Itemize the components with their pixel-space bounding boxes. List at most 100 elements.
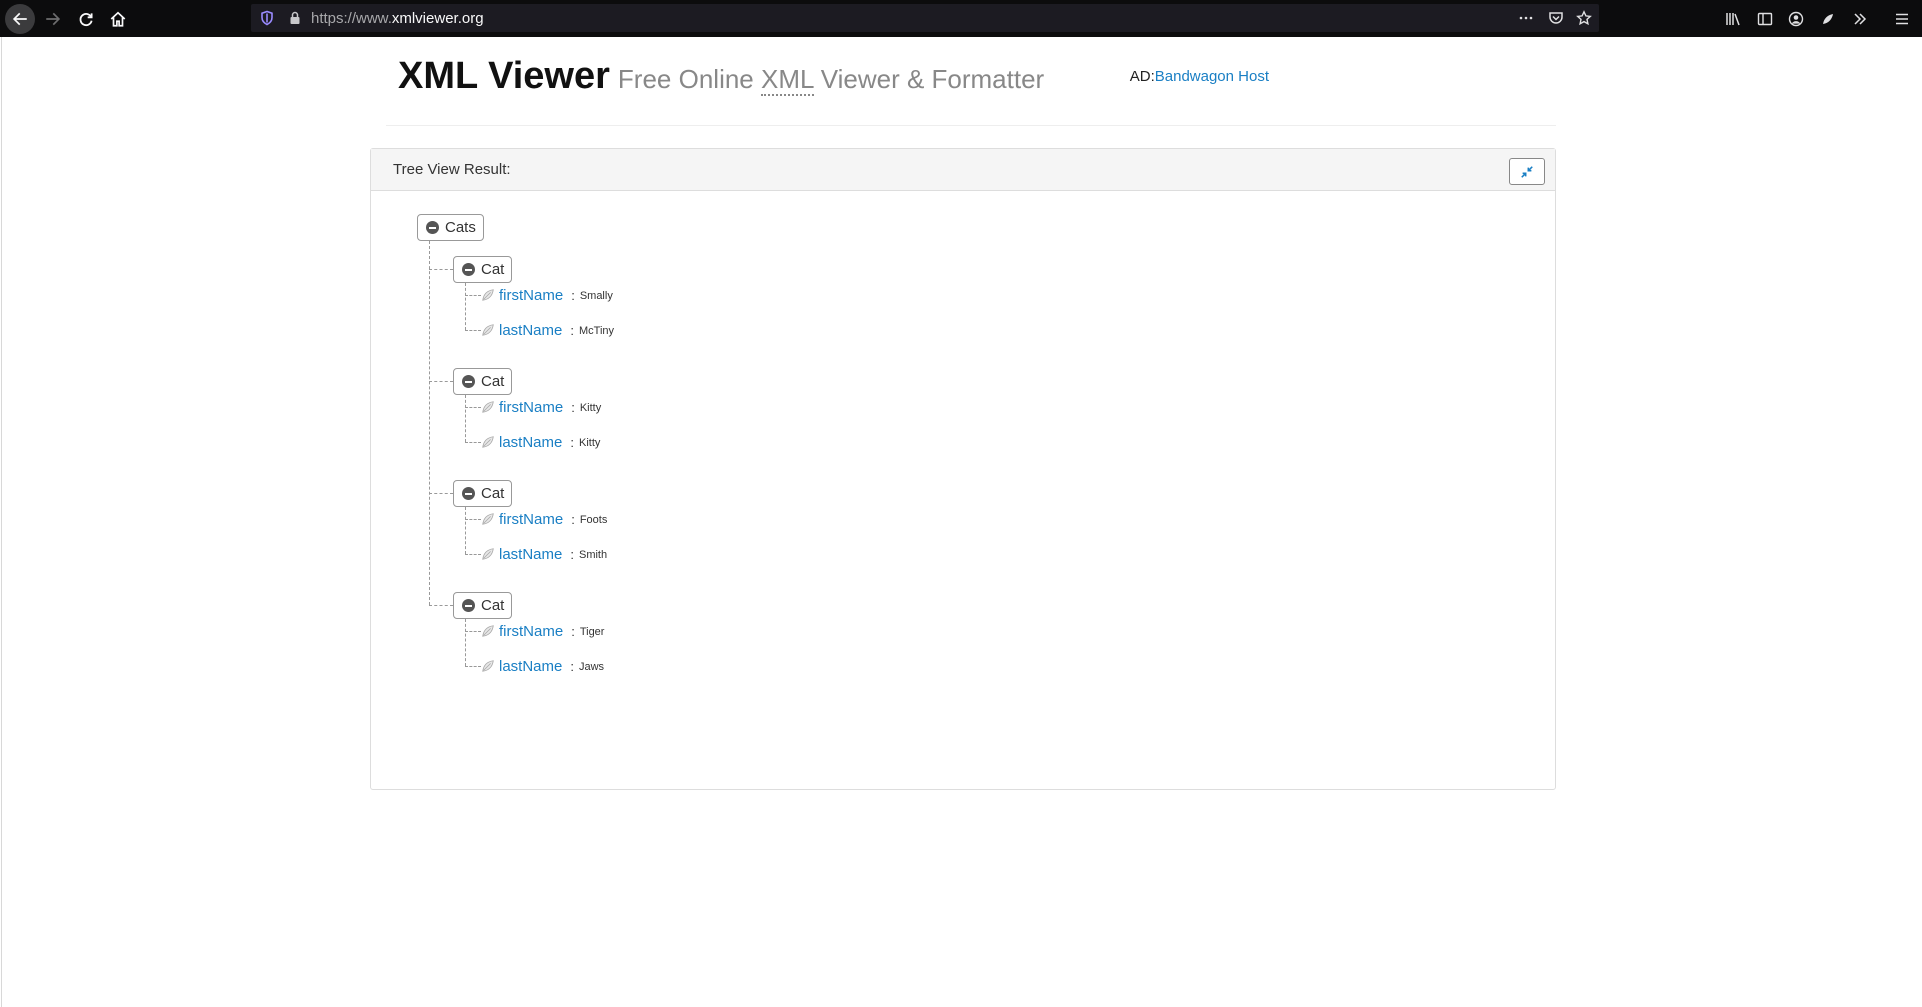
field-key[interactable]: firstName (499, 511, 563, 528)
forward-arrow-icon[interactable] (38, 4, 68, 34)
node-label: Cats (445, 219, 476, 236)
key-value-separator: : (571, 287, 575, 303)
tree-connector (465, 283, 466, 330)
leaf-icon (482, 625, 494, 637)
key-value-separator: : (570, 658, 574, 674)
leaf-icon (482, 513, 494, 525)
key-value-separator: : (570, 546, 574, 562)
node-label: Cat (481, 597, 505, 614)
key-value-separator: : (571, 399, 575, 415)
field-value: Smally (579, 290, 613, 302)
back-arrow-icon[interactable] (5, 4, 35, 34)
key-value-separator: : (571, 623, 575, 639)
field-value: Smith (578, 549, 608, 561)
tree-leaf[interactable]: lastName: Smith (481, 544, 607, 564)
tree-leaf[interactable]: firstName: Smally (481, 285, 613, 305)
node-label: Cat (481, 485, 505, 502)
field-value: Kitty (578, 437, 601, 449)
field-value: Foots (579, 514, 608, 526)
tree-connector (429, 605, 453, 606)
tree-connector (465, 666, 481, 667)
tree-connector (465, 442, 481, 443)
xml-tree: Cats Cat firstName: Smally lastName: McTiny Ca… (371, 149, 1555, 789)
node-label: Cat (481, 261, 505, 278)
site-header: XML Viewer Free Online XML Viewer & Forma… (398, 55, 1044, 98)
field-value: McTiny (578, 325, 615, 337)
tree-leaf[interactable]: lastName: Jaws (481, 656, 604, 676)
field-value: Kitty (579, 402, 602, 414)
extension-icon[interactable] (1818, 9, 1838, 29)
xml-abbreviation: XML (761, 64, 814, 96)
page-content: XML Viewer Free Online XML Viewer & Forma… (1, 37, 1922, 1007)
hamburger-menu-icon[interactable] (1892, 9, 1912, 29)
key-value-separator: : (570, 434, 574, 450)
tree-connector (465, 619, 466, 666)
tree-connector (465, 330, 481, 331)
site-title[interactable]: XML Viewer (398, 55, 610, 98)
field-key[interactable]: firstName (499, 287, 563, 304)
key-value-separator: : (571, 511, 575, 527)
leaf-icon (482, 401, 494, 413)
tree-connector (465, 507, 466, 554)
field-value: Tiger (579, 626, 605, 638)
overflow-chevrons-icon[interactable] (1850, 9, 1870, 29)
lock-icon[interactable] (287, 10, 303, 26)
leaf-icon (482, 324, 494, 336)
tree-connector (465, 554, 481, 555)
ad-link[interactable]: Bandwagon Host (1155, 68, 1269, 85)
address-bar[interactable]: https://www.xmlviewer.org (251, 4, 1599, 32)
tree-leaf[interactable]: lastName: McTiny (481, 320, 614, 340)
home-icon[interactable] (103, 4, 133, 34)
tree-connector (465, 395, 466, 442)
tree-connector (429, 269, 453, 270)
browser-toolbar: https://www.xmlviewer.org (0, 0, 1922, 37)
sidebar-icon[interactable] (1755, 9, 1775, 29)
field-key[interactable]: firstName (499, 623, 563, 640)
tree-leaf[interactable]: firstName: Tiger (481, 621, 604, 641)
tree-connector (429, 493, 453, 494)
library-icon[interactable] (1723, 9, 1743, 29)
ad-label: AD:Bandwagon Host (1129, 68, 1269, 85)
tree-node-cat[interactable]: Cat (453, 480, 513, 507)
bookmark-star-icon[interactable] (1575, 9, 1593, 27)
reload-icon[interactable] (71, 4, 101, 34)
node-label: Cat (481, 373, 505, 390)
tree-node-root[interactable]: Cats (417, 214, 484, 241)
field-key[interactable]: firstName (499, 399, 563, 416)
collapse-minus-icon[interactable] (462, 263, 475, 276)
collapse-minus-icon[interactable] (426, 221, 439, 234)
field-key[interactable]: lastName (499, 322, 562, 339)
field-key[interactable]: lastName (499, 658, 562, 675)
header-divider (386, 125, 1556, 126)
field-key[interactable]: lastName (499, 546, 562, 563)
field-value: Jaws (578, 661, 605, 673)
tree-leaf[interactable]: firstName: Foots (481, 509, 607, 529)
field-key[interactable]: lastName (499, 434, 562, 451)
tree-leaf[interactable]: lastName: Kitty (481, 432, 600, 452)
tree-connector (465, 295, 481, 296)
more-actions-icon[interactable] (1517, 9, 1535, 27)
tree-node-cat[interactable]: Cat (453, 592, 513, 619)
tree-connector (465, 631, 481, 632)
leaf-icon (482, 436, 494, 448)
account-icon[interactable] (1786, 9, 1806, 29)
leaf-icon (482, 660, 494, 672)
leaf-icon (482, 548, 494, 560)
tree-connector (465, 519, 481, 520)
pocket-icon[interactable] (1547, 9, 1565, 27)
tree-connector (465, 407, 481, 408)
key-value-separator: : (570, 322, 574, 338)
collapse-minus-icon[interactable] (462, 599, 475, 612)
tree-node-cat[interactable]: Cat (453, 256, 513, 283)
tree-leaf[interactable]: firstName: Kitty (481, 397, 601, 417)
tree-connector (429, 241, 430, 605)
tree-node-cat[interactable]: Cat (453, 368, 513, 395)
tree-connector (429, 381, 453, 382)
collapse-minus-icon[interactable] (462, 375, 475, 388)
tracking-shield-icon[interactable] (259, 10, 275, 26)
site-subtitle: Free Online XML Viewer & Formatter (617, 64, 1045, 96)
url-text[interactable]: https://www.xmlviewer.org (311, 10, 484, 27)
leaf-icon (482, 289, 494, 301)
tree-view-panel: Tree View Result: Cats Cat firstName: Small… (370, 148, 1556, 790)
collapse-minus-icon[interactable] (462, 487, 475, 500)
